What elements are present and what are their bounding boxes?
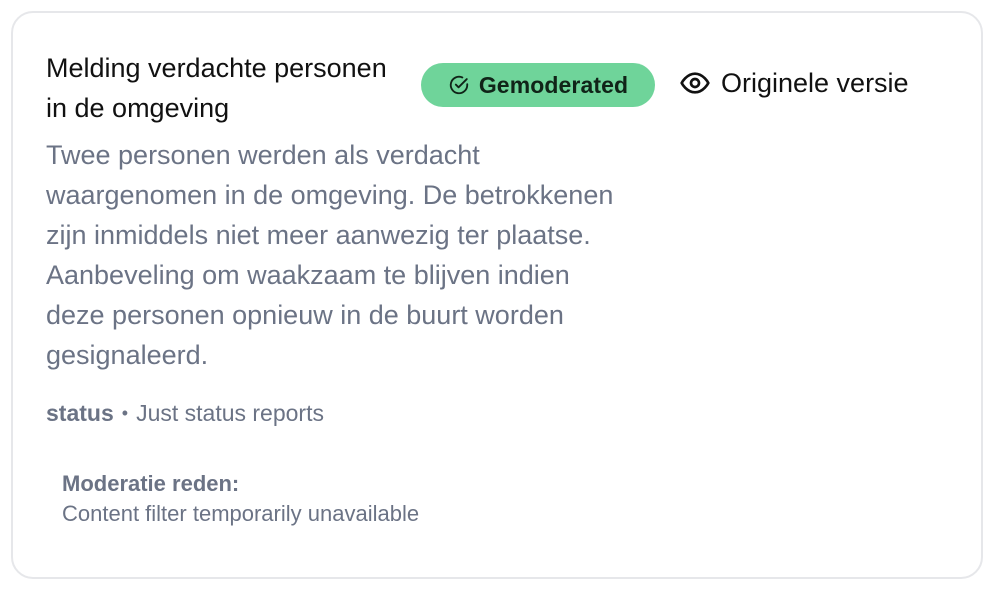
eye-icon	[679, 67, 711, 99]
badge-label: Gemoderated	[478, 71, 629, 98]
moderation-reason: Moderatie reden: Content filter temporar…	[62, 469, 419, 529]
report-body: Twee personen werden als verdacht waarge…	[46, 140, 614, 370]
original-version-label: Originele versie	[721, 67, 909, 98]
report-meta: status • Just status reports	[46, 398, 324, 428]
moderated-report-card: Melding verdachte personen in de omgevin…	[11, 11, 983, 579]
original-version-link[interactable]: Originele versie	[679, 63, 909, 103]
meta-separator: •	[121, 403, 129, 423]
moderation-reason-value: Content filter temporarily unavailable	[62, 501, 420, 526]
report-title: Melding verdachte personen in de omgevin…	[46, 53, 387, 123]
moderation-status-badge: Gemoderated	[421, 63, 655, 107]
meta-key: status	[46, 400, 114, 426]
moderation-reason-label: Moderatie reden:	[62, 471, 240, 496]
check-circle-icon	[448, 74, 470, 96]
meta-value: Just status reports	[136, 400, 324, 426]
